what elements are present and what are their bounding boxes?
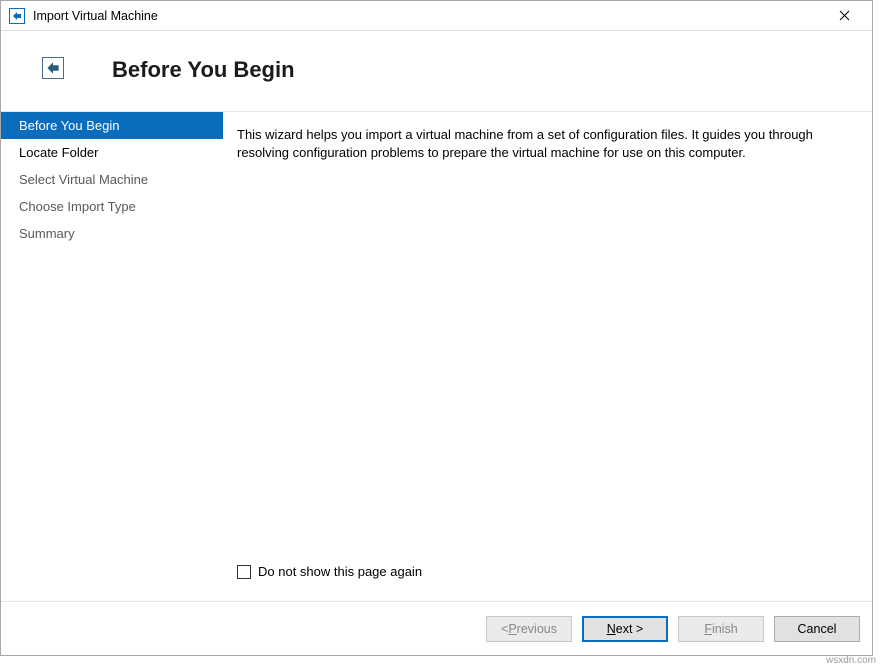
step-locate-folder[interactable]: Locate Folder — [1, 139, 223, 166]
previous-button: < Previous — [486, 616, 572, 642]
wizard-footer: < Previous Next > Finish Cancel — [1, 601, 872, 655]
next-button[interactable]: Next > — [582, 616, 668, 642]
step-choose-import-type: Choose Import Type — [1, 193, 223, 220]
wizard-description: This wizard helps you import a virtual m… — [237, 126, 858, 162]
window-title: Import Virtual Machine — [33, 9, 158, 23]
close-button[interactable] — [824, 2, 864, 30]
step-before-you-begin[interactable]: Before You Begin — [1, 112, 223, 139]
wizard-steps-sidebar: Before You Begin Locate Folder Select Vi… — [1, 112, 223, 601]
titlebar: Import Virtual Machine — [1, 1, 872, 31]
import-vm-icon — [42, 57, 64, 79]
cancel-button[interactable]: Cancel — [774, 616, 860, 642]
wizard-main-panel: This wizard helps you import a virtual m… — [223, 112, 872, 601]
do-not-show-checkbox[interactable] — [237, 565, 251, 579]
watermark: wsxdn.com — [826, 655, 876, 666]
step-select-vm: Select Virtual Machine — [1, 166, 223, 193]
do-not-show-label: Do not show this page again — [258, 564, 422, 579]
step-summary: Summary — [1, 220, 223, 247]
import-vm-icon — [9, 8, 25, 24]
page-heading: Before You Begin — [112, 57, 295, 83]
wizard-header: Before You Begin — [1, 31, 872, 112]
wizard-body: Before You Begin Locate Folder Select Vi… — [1, 112, 872, 601]
finish-button: Finish — [678, 616, 764, 642]
do-not-show-row: Do not show this page again — [237, 564, 858, 579]
wizard-window: Import Virtual Machine Before You Begin … — [0, 0, 873, 656]
